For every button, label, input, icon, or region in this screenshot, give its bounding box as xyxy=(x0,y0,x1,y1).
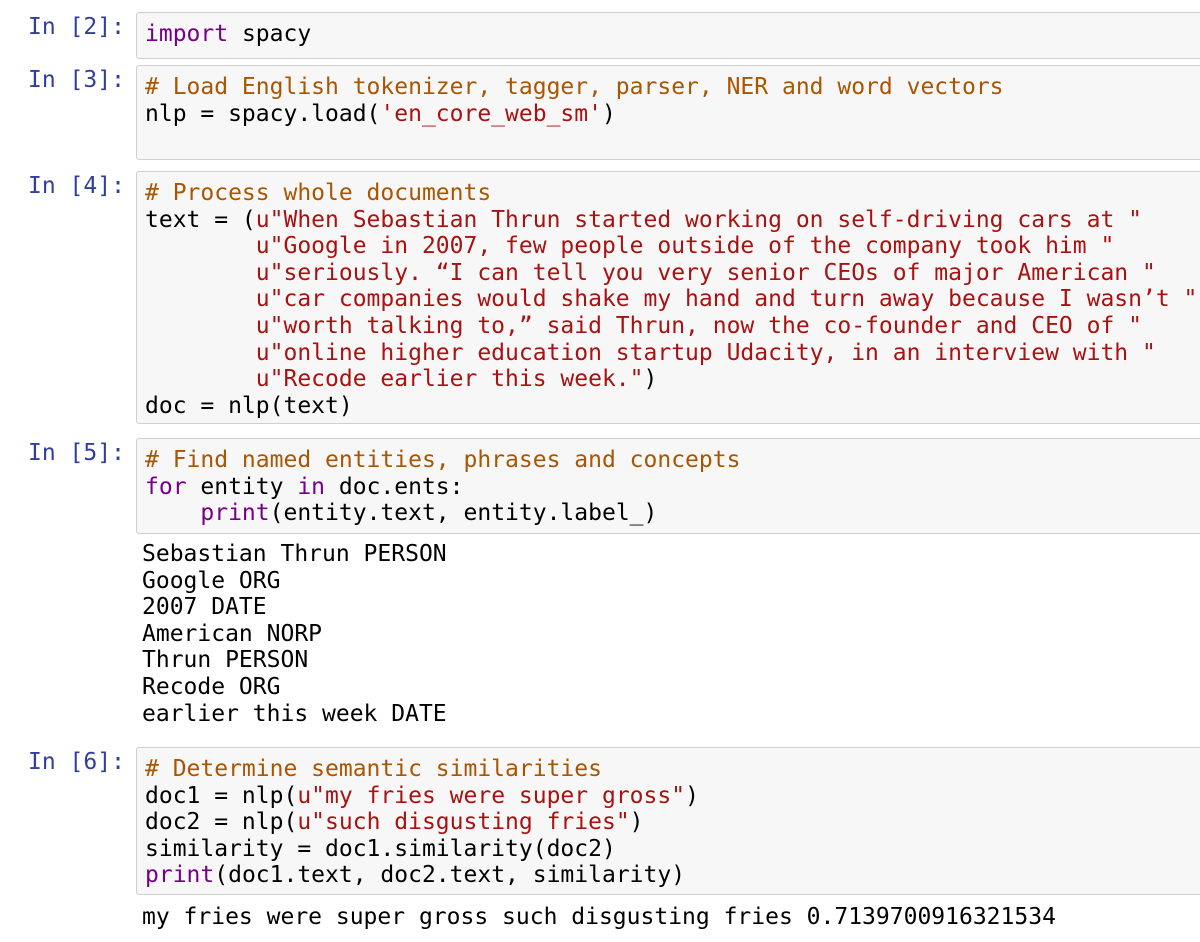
code-line: doc = nlp(text) xyxy=(145,393,1197,420)
code-token-string: u"car companies would shake my hand and … xyxy=(255,286,1198,313)
cell-prompt: In [2]: xyxy=(28,14,125,40)
code-line: text = (u"When Sebastian Thrun started w… xyxy=(145,207,1197,234)
code-line: u"seriously. “I can tell you very senior… xyxy=(145,260,1197,287)
code-token-plain: ) xyxy=(685,782,699,809)
output-line: my fries were super gross such disgustin… xyxy=(142,904,1056,930)
output-line: Recode ORG xyxy=(142,673,281,700)
code-token-string: u"Google in 2007, few people outside of … xyxy=(255,233,1115,260)
cell-output: my fries were super gross such disgustin… xyxy=(142,904,1056,931)
code-input-area[interactable]: # Process whole documents text = (u"When … xyxy=(136,171,1200,424)
code-line: print(entity.text, entity.label_) xyxy=(145,500,740,527)
code-token-plain: doc.ents: xyxy=(325,473,464,500)
output-line: Sebastian Thrun PERSON xyxy=(142,541,447,567)
code-input-area[interactable]: # Load English tokenizer, tagger, parser… xyxy=(136,65,1200,160)
code-token-string: u"When Sebastian Thrun started working o… xyxy=(255,206,1142,233)
cell-output: Sebastian Thrun PERSON Google ORG 2007 DAT… xyxy=(142,541,447,727)
code-token-plain: nlp = spacy.load( xyxy=(145,100,381,127)
code-token-string: u"seriously. “I can tell you very senior… xyxy=(255,259,1156,286)
code-token-plain: ) xyxy=(601,100,616,127)
code-token-comment: # Find named entities, phrases and conce… xyxy=(145,447,741,473)
code-input-area[interactable]: # Find named entities, phrases and conce… xyxy=(136,438,1200,534)
output-line: 2007 DATE xyxy=(142,594,267,621)
code-line: doc1 = nlp(u"my fries were super gross") xyxy=(145,783,699,810)
code-line: u"online higher education startup Udacit… xyxy=(145,340,1197,367)
code-editor[interactable]: # Load English tokenizer, tagger, parser… xyxy=(145,74,1004,127)
code-input-area[interactable]: import spacy xyxy=(136,12,1200,59)
code-editor[interactable]: # Determine semantic similarities doc1 = … xyxy=(145,756,699,889)
code-token-keyword: for xyxy=(145,473,187,500)
code-token-plain: entity xyxy=(186,473,298,500)
code-line: u"car companies would shake my hand and … xyxy=(145,286,1198,313)
cell-prompt: In [6]: xyxy=(28,749,125,775)
code-line: doc2 = nlp(u"such disgusting fries") xyxy=(145,809,699,836)
code-token-builtin: print xyxy=(200,500,270,527)
code-line: u"Recode earlier this week.") xyxy=(145,366,1197,393)
code-token-plain: ) xyxy=(643,366,658,393)
code-token-builtin: print xyxy=(145,862,215,889)
code-token-plain: spacy xyxy=(228,21,312,47)
code-editor[interactable]: # Process whole documents text = (u"When … xyxy=(145,180,1197,419)
code-editor[interactable]: import spacy xyxy=(145,21,311,48)
cell-prompt: In [5]: xyxy=(28,440,125,466)
code-line: u"worth talking to,” said Thrun, now the… xyxy=(145,313,1197,340)
code-token-plain: (doc1.text, doc2.text, similarity) xyxy=(214,862,686,889)
code-token-keyword: import xyxy=(145,21,229,47)
code-token-string: u"online higher education startup Udacit… xyxy=(255,339,1156,366)
code-line: # Find named entities, phrases and conce… xyxy=(145,447,740,474)
code-token-comment: # Determine semantic similarities xyxy=(145,756,602,782)
code-input-area[interactable]: # Determine semantic similarities doc1 = … xyxy=(136,747,1200,895)
code-token-string: u"worth talking to,” said Thrun, now the… xyxy=(255,312,1142,339)
cell-prompt: In [4]: xyxy=(28,173,125,199)
code-token-plain: ) xyxy=(629,809,644,836)
code-line: similarity = doc1.similarity(doc2) xyxy=(145,836,699,863)
output-line: Google ORG xyxy=(142,567,281,594)
code-token-string: u"my fries were super gross" xyxy=(297,782,686,809)
code-token-string: 'en_core_web_sm' xyxy=(380,100,602,127)
cell-prompt: In [3]: xyxy=(28,67,125,93)
code-line: # Determine semantic similarities xyxy=(145,756,699,783)
code-line: u"Google in 2007, few people outside of … xyxy=(145,233,1197,260)
code-line: # Process whole documents xyxy=(145,180,1197,207)
code-line: print(doc1.text, doc2.text, similarity) xyxy=(145,862,699,889)
code-token-plain: similarity = doc1.similarity(doc2) xyxy=(145,835,616,862)
code-token-plain: doc = nlp(text) xyxy=(145,392,353,419)
code-token-comment: # Load English tokenizer, tagger, parser… xyxy=(145,74,1004,100)
code-line: for entity in doc.ents: xyxy=(145,474,740,501)
output-line: American NORP xyxy=(142,620,323,647)
code-token-comment: # Process whole documents xyxy=(145,180,492,206)
code-editor[interactable]: # Find named entities, phrases and conce… xyxy=(145,447,740,527)
code-token-plain: doc2 = nlp( xyxy=(145,809,298,836)
code-token-string: u"Recode earlier this week." xyxy=(255,366,644,393)
output-line: earlier this week DATE xyxy=(142,700,447,727)
code-token-plain: text = ( xyxy=(145,206,256,233)
code-token-keyword: in xyxy=(297,473,326,500)
output-line: Thrun PERSON xyxy=(142,647,309,674)
code-token-string: u"such disgusting fries" xyxy=(297,809,630,836)
code-line: # Load English tokenizer, tagger, parser… xyxy=(145,74,1004,101)
code-token-plain: doc1 = nlp( xyxy=(145,782,298,809)
code-token-plain: (entity.text, entity.label_) xyxy=(269,500,658,527)
code-line: import spacy xyxy=(145,21,311,48)
code-line: nlp = spacy.load('en_core_web_sm') xyxy=(145,101,1004,128)
